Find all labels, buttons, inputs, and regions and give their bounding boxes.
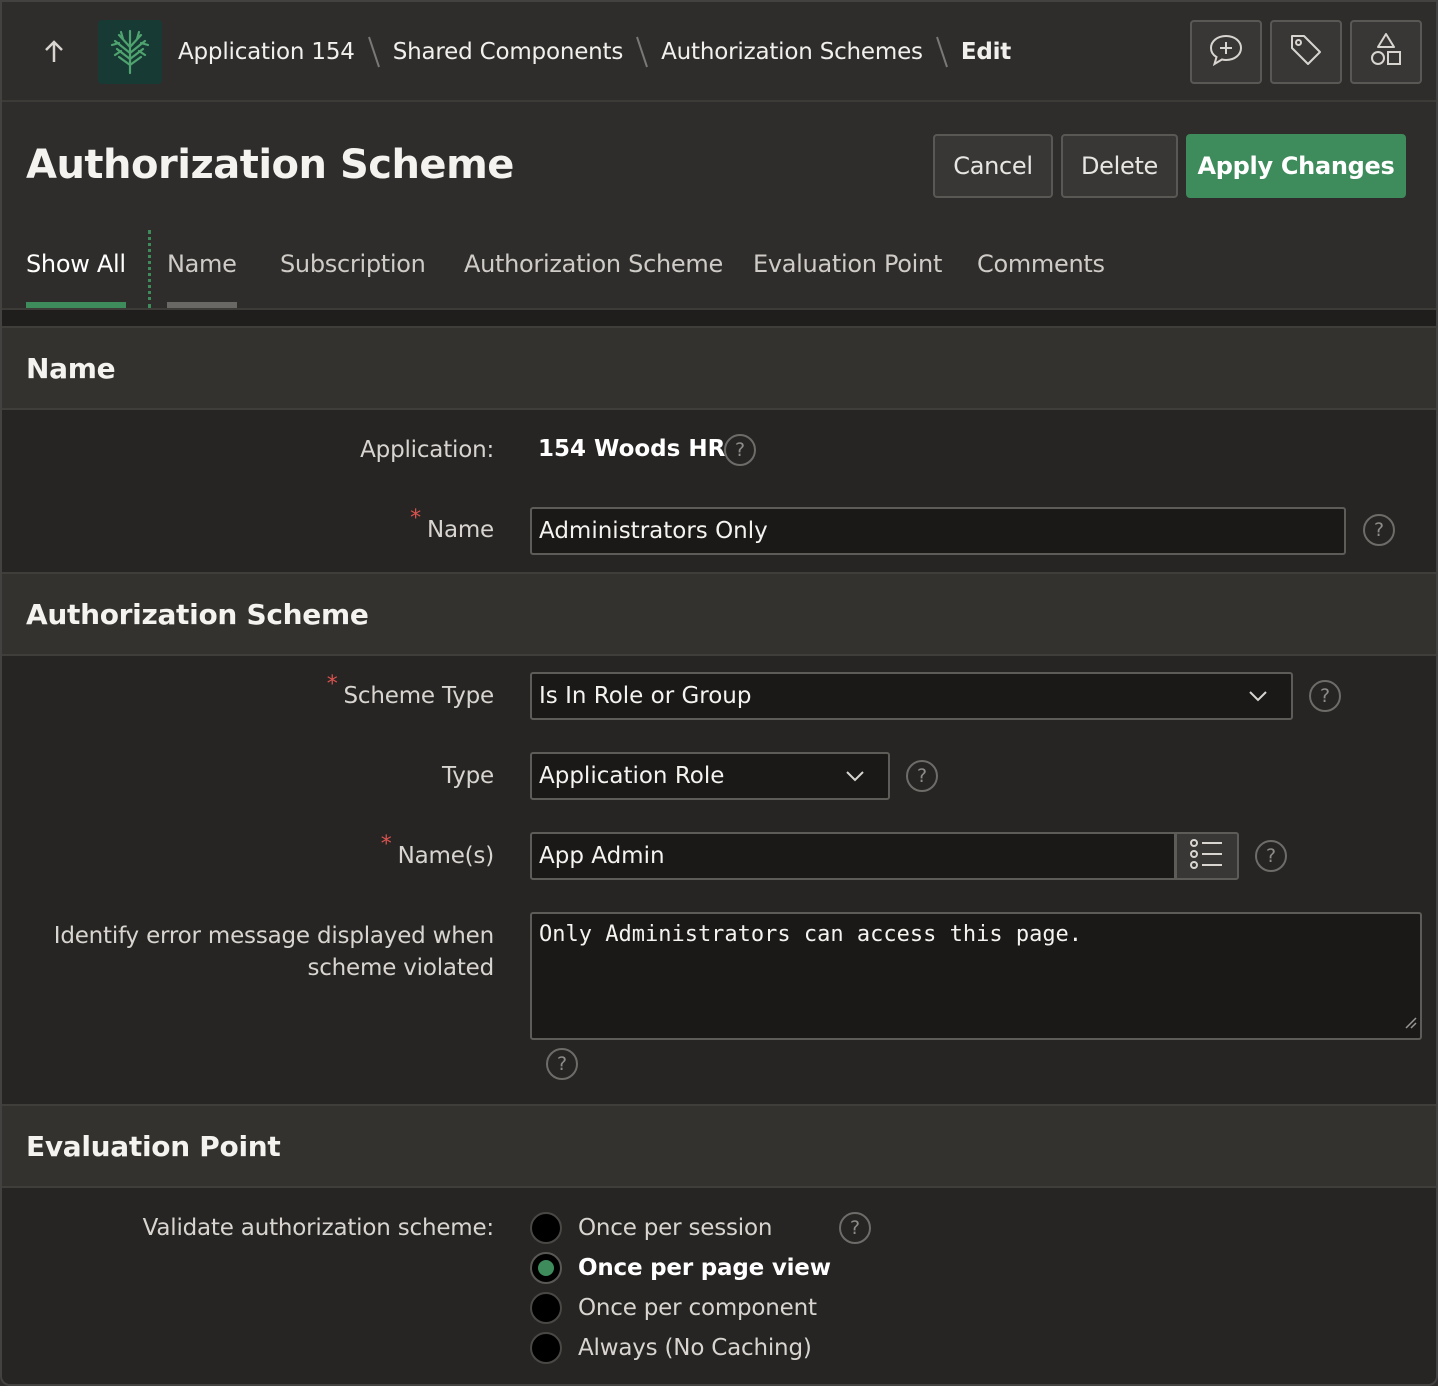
comment-add-button[interactable]: [1190, 20, 1262, 84]
section-title: Name: [26, 352, 116, 385]
shapes-icon: [1368, 32, 1404, 72]
help-icon[interactable]: ?: [839, 1212, 871, 1244]
scheme-type-label: * Scheme Type: [327, 672, 495, 713]
breadcrumb-separator-icon: [623, 32, 661, 72]
page-title: Authorization Scheme: [26, 142, 514, 188]
breadcrumb-application[interactable]: Application 154: [178, 39, 355, 65]
tab-label: Authorization Scheme: [464, 250, 723, 278]
cancel-button[interactable]: Cancel: [933, 134, 1053, 198]
application-label: Application:: [360, 437, 494, 463]
names-label-text: Name(s): [397, 843, 495, 869]
required-icon: *: [410, 506, 421, 531]
tab-evaluation-point[interactable]: Evaluation Point: [753, 250, 942, 308]
breadcrumb-shared-components[interactable]: Shared Components: [393, 39, 624, 65]
tab-underline: [167, 302, 237, 308]
breadcrumb: Application 154 Shared Components Author…: [178, 32, 1011, 72]
breadcrumb-authorization-schemes[interactable]: Authorization Schemes: [661, 39, 923, 65]
names-label: * Name(s): [381, 832, 495, 873]
type-label: Type: [441, 763, 494, 789]
help-icon[interactable]: ?: [1363, 514, 1395, 546]
list-picker-button[interactable]: [1175, 832, 1239, 880]
name-section-header: Name: [2, 326, 1436, 410]
tabs-gap: [2, 310, 1436, 326]
type-value: Application Role: [539, 763, 725, 789]
resize-handle-icon[interactable]: [1404, 1011, 1418, 1036]
radio-once-per-session[interactable]: Once per session: [530, 1208, 772, 1248]
radio-label: Once per component: [578, 1295, 817, 1321]
tag-button[interactable]: [1270, 20, 1342, 84]
tag-icon: [1288, 32, 1324, 72]
radio-once-per-page-view[interactable]: Once per page view: [530, 1248, 831, 1288]
name-input[interactable]: Administrators Only: [530, 507, 1346, 555]
delete-button[interactable]: Delete: [1061, 134, 1178, 198]
tab-authorization-scheme[interactable]: Authorization Scheme: [464, 250, 723, 308]
error-message-textarea[interactable]: Only Administrators can access this page…: [530, 912, 1422, 1040]
help-icon[interactable]: ?: [1309, 680, 1341, 712]
breadcrumb-separator-icon: [923, 32, 961, 72]
tab-name[interactable]: Name: [167, 250, 237, 308]
arrow-up-icon[interactable]: [38, 36, 70, 68]
name-label: * Name: [410, 506, 494, 547]
radio-button: [530, 1212, 562, 1244]
tab-subscription[interactable]: Subscription: [280, 250, 426, 308]
tab-label: Subscription: [280, 250, 426, 278]
application-value: 154 Woods HR: [538, 436, 726, 462]
radio-button-checked: [530, 1252, 562, 1284]
tab-show-all[interactable]: Show All: [26, 250, 126, 308]
eval-section-header: Evaluation Point: [2, 1104, 1436, 1188]
error-message-value: Only Administrators can access this page…: [539, 922, 1083, 947]
list-icon: [1189, 838, 1225, 874]
tab-comments[interactable]: Comments: [977, 250, 1105, 308]
radio-label: Once per session: [578, 1215, 773, 1241]
region-tabs: Show All Name Subscription Authorization…: [2, 230, 1436, 310]
tab-label: Show All: [26, 250, 126, 278]
top-bar: Application 154 Shared Components Author…: [2, 2, 1436, 102]
radio-button: [530, 1292, 562, 1324]
help-icon[interactable]: ?: [906, 760, 938, 792]
apply-changes-button[interactable]: Apply Changes: [1186, 134, 1406, 198]
eval-section-body: Validate authorization scheme: Once per …: [2, 1188, 1436, 1384]
scheme-type-value: Is In Role or Group: [539, 683, 752, 709]
chevron-down-icon: [1247, 686, 1269, 712]
help-icon[interactable]: ?: [724, 434, 756, 466]
breadcrumb-separator-icon: [355, 32, 393, 72]
required-icon: *: [326, 672, 338, 697]
error-message-label: Identify error message displayed when sc…: [54, 920, 494, 984]
names-input[interactable]: App Admin: [530, 832, 1176, 880]
radio-label: Once per page view: [578, 1255, 831, 1281]
section-title: Authorization Scheme: [26, 598, 369, 631]
page-frame: Application 154 Shared Components Author…: [0, 0, 1438, 1386]
tab-divider: [148, 230, 151, 308]
radio-checked-dot: [538, 1260, 554, 1276]
name-label-text: Name: [426, 517, 494, 543]
tree-logo-icon[interactable]: [98, 20, 162, 84]
type-select[interactable]: Application Role: [530, 752, 890, 800]
tab-label: Evaluation Point: [753, 250, 943, 278]
auth-section-header: Authorization Scheme: [2, 572, 1436, 656]
error-message-label-line2: scheme violated: [307, 955, 494, 981]
radio-once-per-component[interactable]: Once per component: [530, 1288, 817, 1328]
tab-label: Name: [167, 250, 237, 278]
help-icon[interactable]: ?: [1255, 840, 1287, 872]
error-message-label-line1: Identify error message displayed when: [53, 923, 494, 949]
chevron-down-icon: [844, 766, 866, 792]
scheme-type-select[interactable]: Is In Role or Group: [530, 672, 1293, 720]
auth-section-body: * Scheme Type Is In Role or Group ? Type …: [2, 656, 1436, 1104]
name-section-body: Application: 154 Woods HR ? * Name Admini…: [2, 410, 1436, 572]
shapes-button[interactable]: [1350, 20, 1422, 84]
comment-add-icon: [1208, 33, 1244, 71]
validate-label: Validate authorization scheme:: [142, 1215, 495, 1241]
radio-label: Always (No Caching): [578, 1335, 812, 1361]
breadcrumb-current: Edit: [960, 39, 1012, 65]
radio-button: [530, 1332, 562, 1364]
section-title: Evaluation Point: [26, 1130, 281, 1163]
tab-label: Comments: [977, 250, 1105, 278]
help-icon[interactable]: ?: [546, 1048, 578, 1080]
tab-underline: [26, 302, 126, 308]
scheme-type-label-text: Scheme Type: [343, 683, 495, 709]
required-icon: *: [380, 832, 392, 857]
radio-always-no-caching[interactable]: Always (No Caching): [530, 1328, 812, 1368]
